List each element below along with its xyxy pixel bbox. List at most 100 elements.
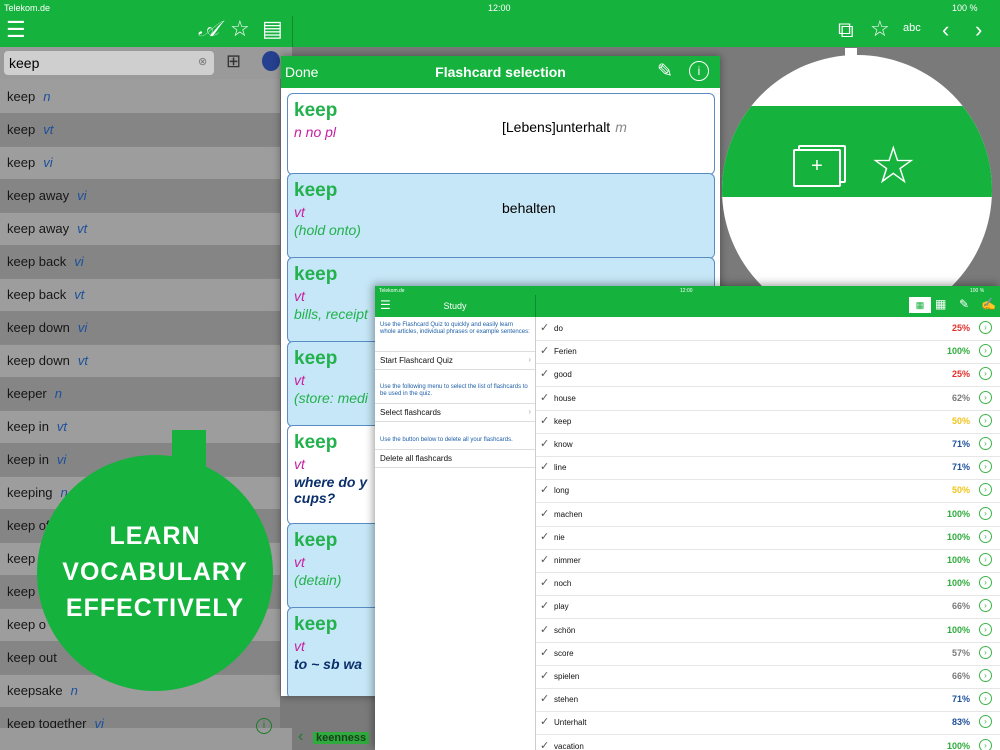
prev-entry-label[interactable]: keenness (313, 732, 370, 744)
table-row[interactable]: ✓ noch 100% › (536, 572, 1000, 597)
card-list-icon[interactable]: ▤ (262, 16, 283, 42)
search-input[interactable]: keep ⊗ (4, 51, 214, 75)
flashcard-headword: keep (294, 264, 338, 285)
handwriting-icon[interactable]: 𝒜 (198, 16, 219, 42)
chevron-right-icon[interactable]: › (979, 321, 992, 334)
chevron-right-icon[interactable]: › (979, 413, 992, 427)
table-row[interactable]: ✓ Unterhalt 83% › (536, 711, 1000, 736)
list-item[interactable]: keep away vi (0, 179, 280, 213)
table-row[interactable]: ✓ nie 100% › (536, 526, 1000, 550)
list-item[interactable]: keep back vi (0, 245, 280, 279)
list-item[interactable]: keep in vt (0, 410, 280, 444)
score-percent: 57% (951, 647, 970, 658)
info-icon[interactable]: i (689, 61, 709, 81)
list-item[interactable]: keep n (0, 80, 280, 114)
table-row[interactable]: ✓ schön 100% › (536, 619, 1000, 643)
study-word: do (554, 324, 563, 333)
menu-icon[interactable]: ☰ (6, 17, 26, 43)
list-item[interactable]: keep vi (0, 146, 280, 180)
edit-icon[interactable]: ✎ (657, 60, 673, 83)
select-flashcards-label: Select flashcards (380, 408, 441, 417)
start-quiz-item[interactable]: Start Flashcard Quiz › (375, 351, 535, 370)
flag-icon[interactable] (262, 51, 280, 71)
chevron-right-icon[interactable]: › (979, 599, 992, 613)
chevron-right-icon[interactable]: › (979, 715, 992, 729)
promo-line-3: EFFECTIVELY (65, 594, 245, 622)
table-row[interactable]: ✓ long 50% › (536, 479, 1000, 504)
chevron-right-icon[interactable]: › (979, 483, 992, 497)
list-item[interactable]: keep down vi (0, 311, 280, 345)
battery: 100 % (952, 3, 978, 13)
clear-icon[interactable]: ⊗ (198, 55, 207, 68)
study-word: spielen (554, 672, 580, 681)
chevron-right-icon[interactable]: › (979, 553, 992, 566)
table-row[interactable]: ✓ nimmer 100% › (536, 549, 1000, 573)
table-row[interactable]: ✓ line 71% › (536, 456, 1000, 481)
flashcard-headword: keep (294, 180, 338, 201)
study-screen: Telekom.de 12:00 100 % ☰ Study ▦ ▦ ✎ ✍ U… (375, 286, 1000, 750)
table-row[interactable]: ✓ vacation 100% › (536, 735, 1000, 750)
stats-icon[interactable]: ▦ (909, 297, 931, 313)
entry-word: keep vi (7, 155, 53, 170)
study-word: play (554, 602, 569, 612)
stats-alt-icon[interactable]: ▦ (935, 297, 946, 311)
table-row[interactable]: ✓ know 71% › (536, 433, 1000, 457)
notes-icon[interactable]: ✍ (981, 297, 996, 311)
chevron-right-icon[interactable]: › (979, 506, 992, 520)
study-word: stehen (554, 695, 579, 705)
table-row[interactable]: ✓ play 66% › (536, 595, 1000, 620)
chevron-right-icon[interactable]: › (979, 645, 992, 659)
flashcard-grammar: vt (294, 554, 305, 570)
table-row[interactable]: ✓ stehen 71% › (536, 688, 1000, 713)
list-item[interactable]: keep away vt (0, 212, 280, 246)
delete-flashcards-item[interactable]: Delete all flashcards (375, 449, 535, 468)
table-row[interactable]: ✓ score 57% › (536, 642, 1000, 666)
favorite-icon[interactable]: ☆ (870, 16, 890, 42)
check-icon: ✓ (540, 461, 550, 474)
list-item[interactable]: keep back vt (0, 278, 280, 312)
list-item[interactable]: keeper n (0, 377, 280, 411)
forward-icon[interactable]: › (975, 17, 982, 43)
table-row[interactable]: ✓ do 25% › (536, 317, 1000, 341)
search-options-icon[interactable]: ⊞ (226, 51, 241, 72)
flashcard[interactable]: keep vt (hold onto) behalten (287, 173, 715, 259)
add-flashcard-icon[interactable]: ⧉ (838, 17, 854, 43)
table-row[interactable]: ✓ machen 100% › (536, 503, 1000, 527)
chevron-right-icon[interactable]: › (979, 344, 992, 358)
study-word: vacation (554, 741, 584, 750)
chevron-right-icon[interactable]: › (979, 576, 992, 590)
entry-word: keeping n (7, 485, 68, 500)
score-percent: 71% (951, 439, 970, 449)
table-row[interactable]: ✓ spielen 66% › (536, 665, 1000, 689)
check-icon: ✓ (540, 507, 550, 520)
chevron-right-icon[interactable]: › (979, 460, 992, 474)
info-icon[interactable]: i (256, 718, 272, 734)
chevron-right-icon[interactable]: › (979, 692, 992, 706)
chevron-right-icon[interactable]: › (979, 367, 992, 381)
flashcard[interactable]: keep n no pl [Lebens]unterhalt m (287, 93, 715, 175)
table-row[interactable]: ✓ house 62% › (536, 387, 1000, 411)
abc-icon[interactable]: abc (903, 22, 921, 34)
magnifier: + ☆ (722, 55, 992, 325)
table-row[interactable]: ✓ keep 50% › (536, 410, 1000, 434)
flashcard-gloss: (hold onto) (294, 222, 361, 238)
back-icon[interactable]: ‹ (942, 17, 949, 43)
table-row[interactable]: ✓ Ferien 100% › (536, 340, 1000, 365)
score-percent: 50% (951, 485, 970, 496)
list-item[interactable]: keep vt (0, 113, 280, 147)
chevron-right-icon[interactable]: › (979, 622, 992, 636)
edit-icon[interactable]: ✎ (959, 297, 969, 311)
promo-line-1: LEARN (109, 522, 201, 550)
chevron-right-icon[interactable]: › (979, 738, 992, 750)
chevron-right-icon[interactable]: › (979, 390, 992, 404)
chevron-right-icon[interactable]: › (979, 529, 992, 543)
prev-entry-icon[interactable]: ‹ (298, 728, 303, 746)
study-word: good (554, 370, 572, 380)
chevron-right-icon[interactable]: › (979, 437, 992, 450)
table-row[interactable]: ✓ good 25% › (536, 363, 1000, 388)
star-icon[interactable]: ☆ (230, 16, 250, 42)
chevron-right-icon[interactable]: › (979, 669, 992, 682)
list-item[interactable]: keep down vt (0, 344, 280, 378)
select-flashcards-item[interactable]: Select flashcards › (375, 403, 535, 422)
start-quiz-label: Start Flashcard Quiz (380, 356, 453, 365)
